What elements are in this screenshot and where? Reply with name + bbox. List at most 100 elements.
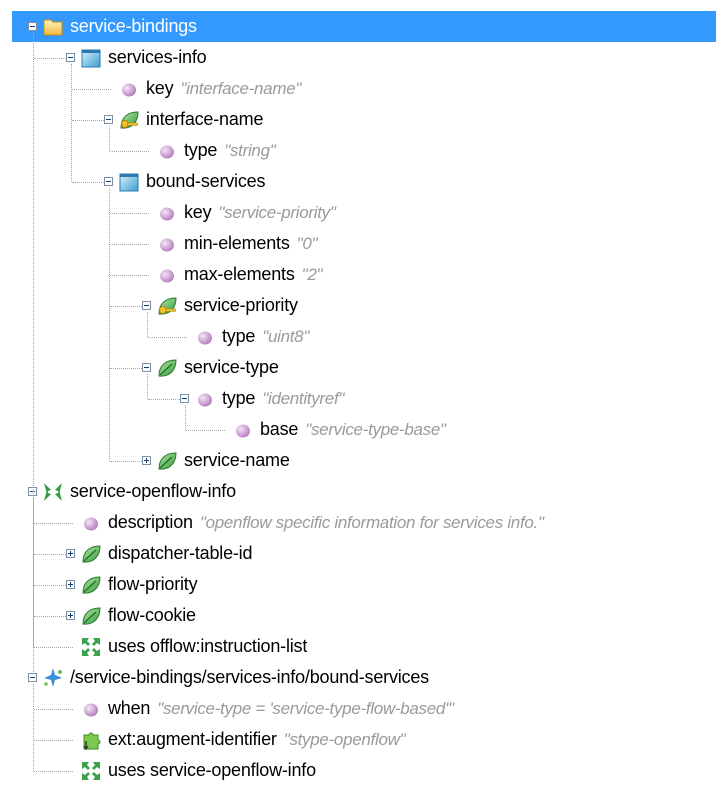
node-label: service-name	[184, 450, 290, 470]
node-label: max-elements	[184, 264, 295, 284]
tree-guide-line	[34, 708, 73, 710]
tree-guide-line	[72, 181, 104, 183]
uses-icon	[80, 760, 102, 782]
collapse-toggle-icon[interactable]	[104, 115, 113, 124]
tree-guide-line	[185, 404, 186, 430]
leaf-icon	[80, 543, 102, 565]
node-label: service-type	[184, 357, 279, 377]
tree-guide-line	[186, 429, 225, 431]
tree-guide-line	[147, 311, 148, 337]
node-value: "interface-name"	[180, 78, 302, 98]
leaf-icon	[156, 357, 178, 379]
tree-guide-line	[110, 274, 149, 276]
node-label: services-info	[108, 47, 207, 67]
node-label: bound-services	[146, 171, 266, 191]
node-label: when	[108, 698, 151, 718]
tree-guide-line	[34, 553, 66, 555]
tree-guide-line	[110, 305, 142, 307]
collapse-toggle-icon[interactable]	[142, 301, 151, 310]
tree-guide-line	[34, 584, 66, 586]
node-label: ext:augment-identifier	[108, 729, 277, 749]
node-value: "service-priority"	[218, 202, 336, 222]
property-icon	[156, 140, 178, 162]
expand-toggle-icon[interactable]	[142, 456, 151, 465]
node-value: "0"	[296, 233, 318, 253]
list-icon	[80, 47, 102, 69]
node-label: min-elements	[184, 233, 290, 253]
node-value: "identityref"	[262, 388, 345, 408]
node-label: key	[146, 78, 174, 98]
tree-guide-line	[34, 770, 73, 772]
tree-guide-line	[110, 212, 149, 214]
tree-guide-line	[34, 615, 66, 617]
tree-guide-line	[148, 398, 180, 400]
tree-guide-line	[110, 460, 142, 462]
property-icon	[156, 202, 178, 224]
leaf-icon	[80, 605, 102, 627]
property-icon	[80, 698, 102, 720]
property-icon	[194, 326, 216, 348]
expand-toggle-icon[interactable]	[66, 580, 75, 589]
tree-guide-line	[72, 119, 104, 121]
tree-guide-line	[109, 187, 110, 461]
node-label: service-openflow-info	[70, 481, 236, 501]
node-value: "service-type = 'service-type-flow-based…	[157, 698, 454, 718]
collapse-toggle-icon[interactable]	[142, 363, 151, 372]
tree-guide-line	[34, 739, 73, 741]
collapse-toggle-icon[interactable]	[28, 673, 37, 682]
node-label: service-priority	[184, 295, 298, 315]
node-label: flow-priority	[108, 574, 198, 594]
uses-icon	[80, 636, 102, 658]
node-label: flow-cookie	[108, 605, 196, 625]
tree-guide-line	[34, 522, 73, 524]
node-label: description	[108, 512, 193, 532]
tree-guide-line	[148, 336, 187, 338]
node-value: "stype-openflow"	[283, 729, 406, 749]
node-label: uses service-openflow-info	[108, 760, 316, 780]
node-value: "uint8"	[262, 326, 310, 346]
property-icon	[80, 512, 102, 534]
tree-guide-line	[110, 243, 149, 245]
collapse-toggle-icon[interactable]	[66, 53, 75, 62]
node-label: key	[184, 202, 212, 222]
key-leaf-icon	[118, 109, 140, 131]
node-label: type	[222, 326, 256, 346]
node-label: type	[222, 388, 256, 408]
node-value: "openflow specific information for servi…	[199, 512, 544, 532]
property-icon	[194, 388, 216, 410]
collapse-toggle-icon[interactable]	[180, 394, 189, 403]
node-label: uses offlow:instruction-list	[108, 636, 308, 656]
yang-tree-view[interactable]: service-bindings services-info key "interfa…	[0, 0, 716, 799]
key-leaf-icon	[156, 295, 178, 317]
node-label: dispatcher-table-id	[108, 543, 253, 563]
augment-icon	[42, 667, 64, 689]
node-label: base	[260, 419, 299, 439]
expand-toggle-icon[interactable]	[66, 549, 75, 558]
property-icon	[156, 233, 178, 255]
node-value: "2"	[301, 264, 323, 284]
tree-node[interactable]: uses service-openflow-info	[0, 0, 716, 780]
tree-guide-line	[34, 57, 66, 59]
tree-guide-line	[109, 125, 110, 151]
node-value: "service-type-base"	[305, 419, 446, 439]
expand-toggle-icon[interactable]	[66, 611, 75, 620]
tree-guide-line	[110, 150, 149, 152]
property-icon	[118, 78, 140, 100]
tree-guide-line	[33, 32, 34, 672]
property-icon	[232, 419, 254, 441]
leaf-icon	[80, 574, 102, 596]
tree-guide-line	[110, 367, 142, 369]
node-label: type	[184, 140, 218, 160]
grouping-icon	[42, 481, 64, 503]
leaf-icon	[156, 450, 178, 472]
node-label: /service-bindings/services-info/bound-se…	[70, 667, 429, 687]
tree-guide-line	[72, 88, 111, 90]
tree-guide-line	[71, 63, 72, 182]
collapse-toggle-icon[interactable]	[104, 177, 113, 186]
tree-guide-line	[34, 646, 73, 648]
node-label: interface-name	[146, 109, 264, 129]
property-icon	[156, 264, 178, 286]
list-icon	[118, 171, 140, 193]
tree-guide-line	[147, 373, 148, 399]
tree-guide-line	[33, 683, 34, 771]
